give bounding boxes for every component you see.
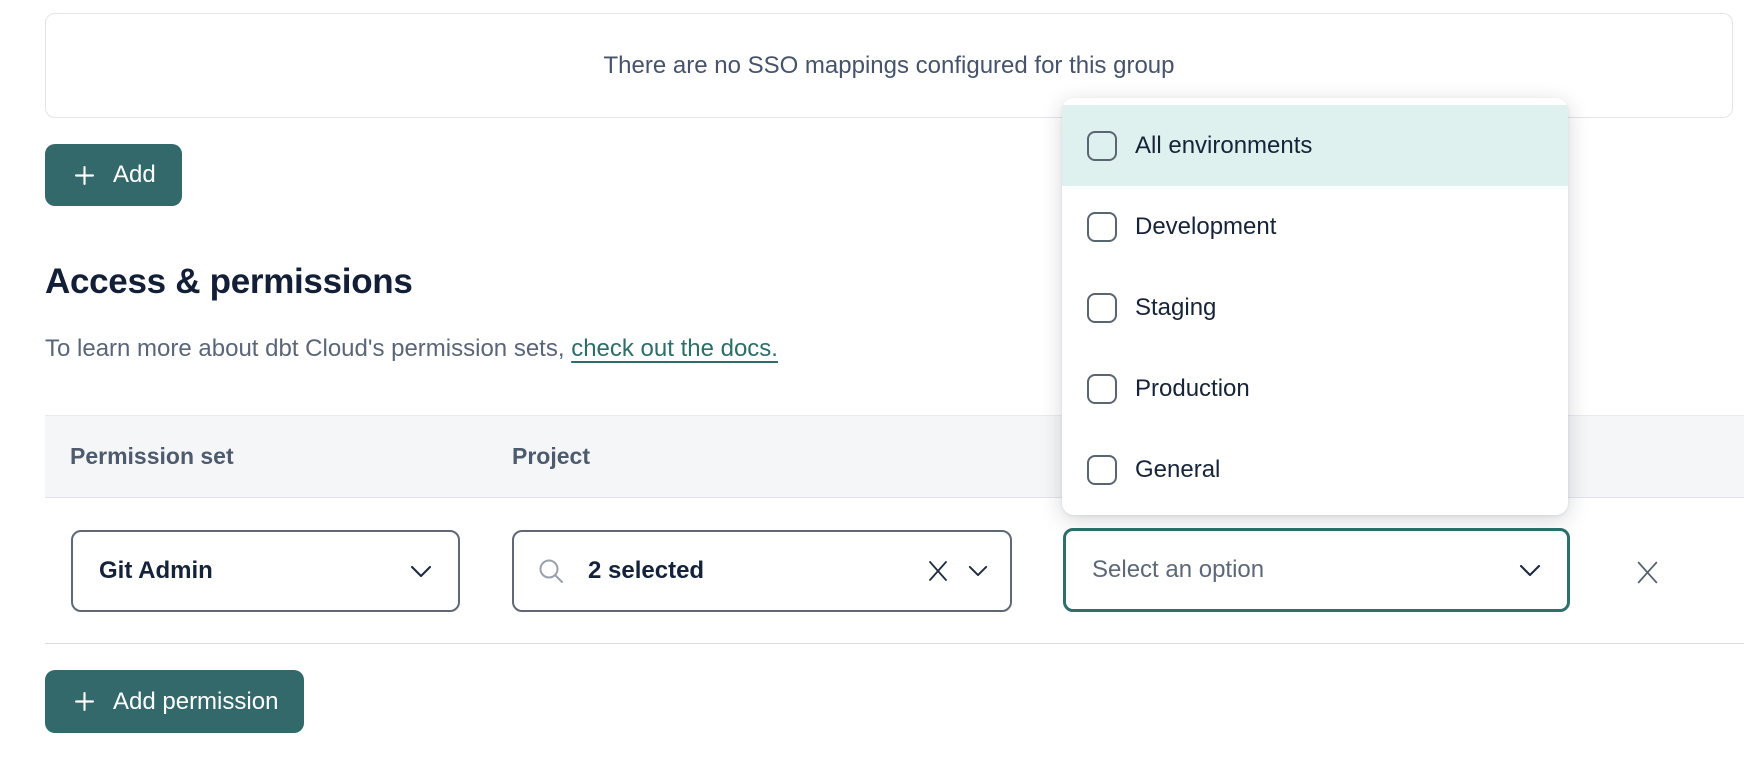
section-description: To learn more about dbt Cloud's permissi… — [45, 335, 778, 363]
option-label: All environments — [1135, 132, 1312, 160]
dropdown-option-staging[interactable]: Staging — [1062, 267, 1568, 348]
permission-set-select[interactable]: Git Admin — [71, 530, 460, 612]
checkbox-icon[interactable] — [1087, 212, 1117, 242]
add-permission-label: Add permission — [113, 688, 278, 716]
remove-row-button[interactable] — [1632, 557, 1662, 587]
project-selected-count: 2 selected — [588, 557, 704, 585]
search-icon — [536, 556, 566, 586]
clear-x-icon[interactable] — [926, 559, 950, 583]
page-title: Access & permissions — [45, 262, 413, 302]
environment-placeholder: Select an option — [1092, 556, 1264, 584]
dropdown-option-production[interactable]: Production — [1062, 348, 1568, 429]
environment-select[interactable]: Select an option — [1063, 528, 1570, 612]
row-divider — [45, 643, 1744, 644]
option-label: General — [1135, 456, 1220, 484]
chevron-down-icon — [410, 565, 432, 578]
description-text: To learn more about dbt Cloud's permissi… — [45, 335, 565, 362]
dropdown-option-all-environments[interactable]: All environments — [1062, 105, 1568, 186]
column-header-project: Project — [512, 416, 590, 497]
checkbox-icon[interactable] — [1087, 374, 1117, 404]
plus-icon — [71, 688, 98, 715]
permission-set-value: Git Admin — [99, 557, 213, 585]
docs-link[interactable]: check out the docs. — [571, 335, 778, 362]
empty-state-message: There are no SSO mappings configured for… — [604, 52, 1175, 80]
chevron-down-icon — [968, 565, 988, 577]
checkbox-icon[interactable] — [1087, 131, 1117, 161]
dropdown-option-development[interactable]: Development — [1062, 186, 1568, 267]
project-multiselect[interactable]: 2 selected — [512, 530, 1012, 612]
option-label: Development — [1135, 213, 1276, 241]
option-label: Staging — [1135, 294, 1216, 322]
x-icon — [1635, 560, 1660, 585]
column-header-permission-set: Permission set — [70, 416, 234, 497]
dropdown-option-general[interactable]: General — [1062, 429, 1568, 510]
option-label: Production — [1135, 375, 1250, 403]
add-permission-button[interactable]: Add permission — [45, 670, 304, 733]
environment-dropdown-menu: All environments Development Staging Pro… — [1062, 98, 1568, 515]
add-button-label: Add — [113, 161, 156, 189]
chevron-down-icon — [1519, 564, 1541, 577]
plus-icon — [71, 162, 98, 189]
add-sso-mapping-button[interactable]: Add — [45, 144, 182, 206]
checkbox-icon[interactable] — [1087, 293, 1117, 323]
checkbox-icon[interactable] — [1087, 455, 1117, 485]
